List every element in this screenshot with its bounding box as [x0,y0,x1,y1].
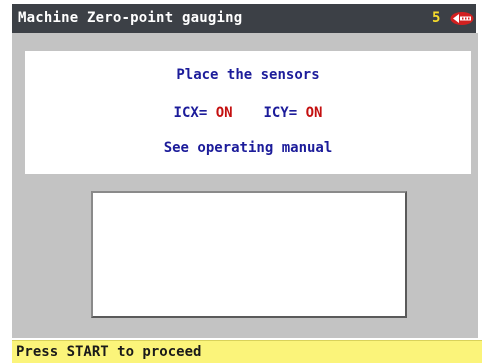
display-box [91,191,407,318]
status-text: Press START to proceed [16,344,202,360]
title-bar: Machine Zero-point gauging 5 [12,4,476,33]
instruction-text: Place the sensors [176,67,320,83]
icx-value: ON [215,105,233,121]
manual-reference-text: See operating manual [163,140,333,156]
icy-value: ON [305,105,323,121]
status-bar: Press START to proceed [12,340,482,363]
machine-screen: Machine Zero-point gauging 5 Place the s… [0,0,482,363]
icx-label: ICX= [173,105,208,121]
step-number: 5 [432,10,441,26]
message-panel: Place the sensors ICX= ON ICY= ON See op… [25,51,471,174]
icy-label: ICY= [263,105,298,121]
page-title: Machine Zero-point gauging [18,10,243,26]
brand-logo-icon [450,12,474,25]
sensor-status-line: ICX= ON ICY= ON [25,105,471,121]
left-margin [0,0,12,363]
